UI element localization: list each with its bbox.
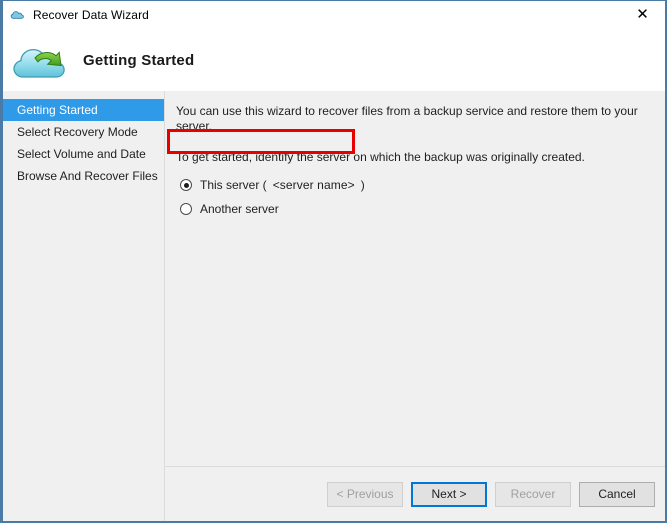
wizard-button-bar: < Previous Next > Recover Cancel [165, 466, 665, 521]
window-title: Recover Data Wizard [33, 8, 149, 22]
wizard-body: Getting Started Select Recovery Mode Sel… [3, 91, 665, 521]
sidebar-item-select-volume-and-date[interactable]: Select Volume and Date [3, 143, 164, 165]
sidebar-item-label: Select Volume and Date [17, 147, 146, 161]
radio-label-suffix: ) [361, 178, 365, 192]
radio-option-another-server[interactable]: Another server [180, 199, 665, 219]
intro-paragraph: You can use this wizard to recover files… [176, 104, 665, 134]
wizard-header: Getting Started [3, 30, 665, 91]
sidebar-item-select-recovery-mode[interactable]: Select Recovery Mode [3, 121, 164, 143]
sidebar-item-browse-and-recover-files[interactable]: Browse And Recover Files [3, 165, 164, 187]
sidebar-item-label: Select Recovery Mode [17, 125, 138, 139]
sidebar-item-getting-started[interactable]: Getting Started [3, 99, 164, 121]
server-name-value: <server name> [273, 178, 355, 192]
cloud-icon [10, 7, 26, 23]
cancel-button[interactable]: Cancel [579, 482, 655, 507]
content-main: You can use this wizard to recover files… [165, 91, 665, 466]
next-button[interactable]: Next > [411, 482, 487, 507]
close-button[interactable]: ✕ [620, 1, 665, 28]
radio-selected-icon [180, 179, 192, 191]
sidebar-item-label: Getting Started [17, 103, 98, 117]
radio-option-this-server[interactable]: This server ( <server name> ) [180, 175, 665, 195]
close-icon: ✕ [636, 7, 649, 22]
radio-label-another-server: Another server [200, 202, 279, 216]
radio-unselected-icon [180, 203, 192, 215]
recover-data-wizard-window: Recover Data Wizard ✕ Getting Started [0, 0, 667, 523]
previous-button[interactable]: < Previous [327, 482, 403, 507]
radio-label-prefix: This server ( [200, 178, 267, 192]
instruction-paragraph: To get started, identify the server on w… [176, 150, 665, 165]
cloud-restore-icon [11, 36, 73, 86]
sidebar-item-label: Browse And Recover Files [17, 169, 158, 183]
page-title: Getting Started [83, 52, 194, 69]
wizard-content: You can use this wizard to recover files… [165, 91, 665, 521]
title-bar: Recover Data Wizard ✕ [3, 1, 665, 30]
recover-button[interactable]: Recover [495, 482, 571, 507]
wizard-steps-sidebar: Getting Started Select Recovery Mode Sel… [3, 91, 165, 521]
